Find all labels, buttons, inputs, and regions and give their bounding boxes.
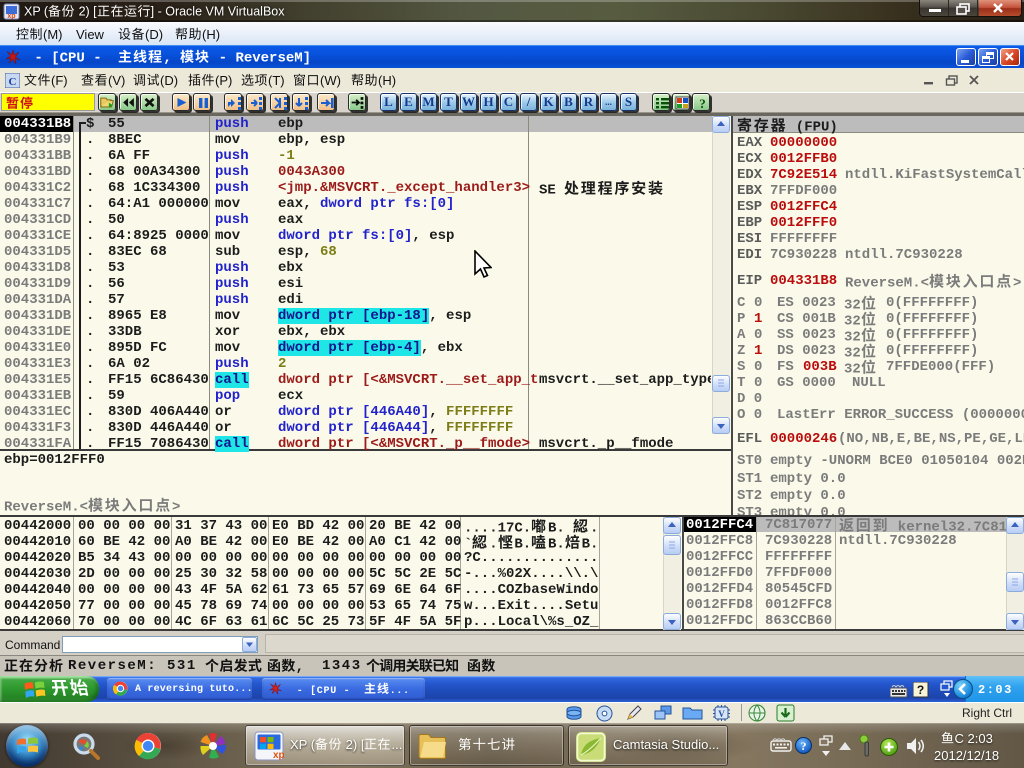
- svg-text:C: C: [9, 76, 17, 88]
- svg-text:?: ?: [917, 683, 924, 697]
- svg-text:?: ?: [699, 96, 706, 111]
- svg-text:xp: xp: [273, 750, 284, 761]
- svg-text:V: V: [718, 709, 725, 719]
- svg-text:xp: xp: [7, 13, 15, 20]
